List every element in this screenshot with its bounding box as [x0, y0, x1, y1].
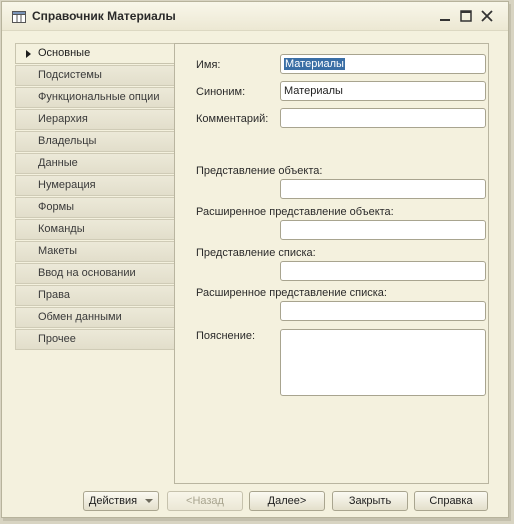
- list-presentation-input[interactable]: [280, 261, 486, 281]
- tab-label: Функциональные опции: [38, 91, 160, 103]
- tab-templates[interactable]: Макеты: [15, 241, 175, 262]
- list-presentation-label: Представление списка:: [196, 247, 316, 259]
- minimize-icon[interactable]: [438, 9, 452, 23]
- table-icon: [12, 11, 26, 23]
- maximize-icon[interactable]: [459, 9, 473, 23]
- comment-input[interactable]: [280, 108, 486, 128]
- name-input[interactable]: Материалы: [280, 54, 486, 74]
- tab-forms[interactable]: Формы: [15, 197, 175, 218]
- object-presentation-input[interactable]: [280, 179, 486, 199]
- tab-other[interactable]: Прочее: [15, 329, 175, 350]
- tab-data-exchange[interactable]: Обмен данными: [15, 307, 175, 328]
- tab-subsystems[interactable]: Подсистемы: [15, 65, 175, 86]
- explanation-label: Пояснение:: [196, 330, 256, 342]
- object-presentation-label: Представление объекта:: [196, 165, 323, 177]
- tab-label: Прочее: [38, 333, 76, 345]
- window-title: Справочник Материалы: [32, 9, 176, 23]
- tab-label: Иерархия: [38, 113, 88, 125]
- tab-main[interactable]: Основные: [15, 43, 176, 64]
- close-icon[interactable]: [480, 9, 494, 23]
- title-bar[interactable]: Справочник Материалы: [2, 2, 508, 31]
- tab-hierarchy[interactable]: Иерархия: [15, 109, 175, 130]
- tab-functional-options[interactable]: Функциональные опции: [15, 87, 175, 108]
- tab-data[interactable]: Данные: [15, 153, 175, 174]
- tab-label: Обмен данными: [38, 311, 122, 323]
- tab-label: Формы: [38, 201, 75, 213]
- tab-label: Команды: [38, 223, 85, 235]
- extended-list-presentation-input[interactable]: [280, 301, 486, 321]
- triangle-right-icon: [26, 50, 31, 58]
- tab-commands[interactable]: Команды: [15, 219, 175, 240]
- help-button[interactable]: Справка: [414, 491, 488, 511]
- tab-label: Данные: [38, 157, 78, 169]
- tab-owners[interactable]: Владельцы: [15, 131, 175, 152]
- name-value: Материалы: [284, 58, 345, 70]
- tab-input-by-string[interactable]: Ввод на основании: [15, 263, 175, 284]
- main-properties-panel: Имя: Материалы Синоним: Материалы Коммен…: [174, 43, 489, 484]
- explanation-textarea[interactable]: [280, 329, 486, 396]
- actions-label: Действия: [88, 495, 138, 507]
- extended-object-presentation-input[interactable]: [280, 220, 486, 240]
- synonym-label: Синоним:: [196, 86, 246, 98]
- tab-label: Ввод на основании: [38, 267, 136, 279]
- name-label: Имя:: [196, 59, 221, 71]
- extended-object-presentation-label: Расширенное представление объекта:: [196, 206, 394, 218]
- tab-label: Нумерация: [38, 179, 96, 191]
- section-tabs: Основные Подсистемы Функциональные опции…: [15, 43, 176, 351]
- comment-label: Комментарий:: [196, 113, 269, 125]
- tab-label: Макеты: [38, 245, 78, 257]
- tab-label: Подсистемы: [38, 69, 102, 81]
- tab-label: Владельцы: [38, 135, 97, 147]
- tab-label: Основные: [38, 47, 91, 59]
- catalog-editor-window: Справочник Материалы Основные Подсистемы…: [1, 1, 509, 518]
- close-button[interactable]: Закрыть: [332, 491, 408, 511]
- extended-list-presentation-label: Расширенное представление списка:: [196, 287, 387, 299]
- tab-rights[interactable]: Права: [15, 285, 175, 306]
- next-button[interactable]: Далее>: [249, 491, 325, 511]
- tab-numbering[interactable]: Нумерация: [15, 175, 175, 196]
- chevron-down-icon: [145, 499, 154, 504]
- back-button[interactable]: <Назад: [167, 491, 243, 511]
- tab-label: Права: [38, 289, 70, 301]
- actions-button[interactable]: Действия: [83, 491, 159, 511]
- synonym-input[interactable]: Материалы: [280, 81, 486, 101]
